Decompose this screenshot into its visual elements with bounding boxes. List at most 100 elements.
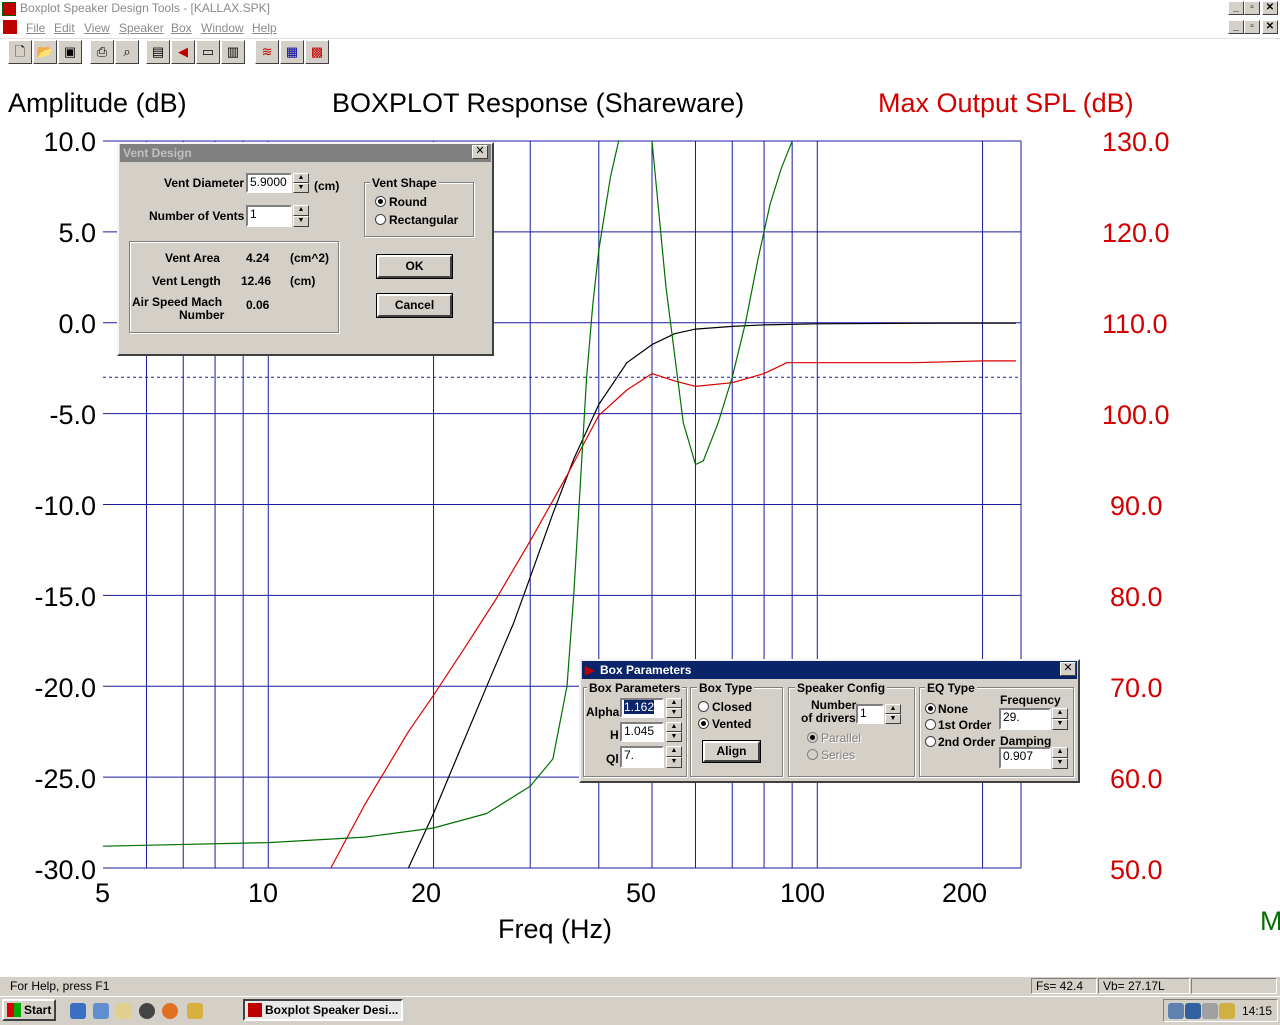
box-type-vented-label[interactable]: Vented	[712, 717, 751, 731]
vent-dialog-close-button[interactable]: ✕	[472, 145, 488, 159]
eq-1st-radio[interactable]	[925, 719, 936, 730]
h-up[interactable]: ▲	[666, 722, 682, 732]
vent-shape-round-radio[interactable]	[375, 196, 386, 207]
eq-2nd-label[interactable]: 2nd Order	[938, 735, 995, 749]
ql-input[interactable]: 7.	[620, 746, 664, 768]
eq-none-label[interactable]: None	[938, 702, 968, 716]
quicklaunch-explorer-icon[interactable]	[93, 1003, 109, 1019]
num-drivers-input[interactable]: 1	[856, 704, 884, 724]
y-tick: -5.0	[49, 400, 96, 430]
ql-down[interactable]: ▼	[666, 757, 682, 768]
vent-length-unit: (cm)	[290, 274, 316, 288]
vent-diameter-unit: (cm)	[314, 179, 340, 193]
eq-none-radio[interactable]	[925, 703, 936, 714]
x-tick: 20	[411, 878, 442, 908]
vent-area-label: Vent Area	[165, 251, 220, 265]
eq-damping-down[interactable]: ▼	[1052, 758, 1068, 769]
eq-2nd-radio[interactable]	[925, 736, 936, 747]
box-type-closed-label[interactable]: Closed	[712, 700, 752, 714]
x-tick: 50	[626, 878, 657, 908]
tray-vpn-icon[interactable]	[1185, 1003, 1201, 1019]
ql-up[interactable]: ▲	[666, 746, 682, 757]
vent-shape-rect-label[interactable]: Rectangular	[389, 213, 458, 227]
y-tick: 5.0	[58, 218, 96, 248]
start-button[interactable]: Start	[2, 999, 56, 1021]
boxplot-task-icon	[248, 1003, 262, 1017]
vent-diameter-up[interactable]: ▲	[293, 173, 309, 183]
alpha-input[interactable]: 1.162	[620, 698, 664, 718]
tray-network-icon[interactable]	[1168, 1003, 1184, 1019]
y-tick: -10.0	[34, 491, 96, 521]
y-tick: 0.0	[58, 309, 96, 339]
eq-frequency-label: Frequency	[1000, 693, 1061, 707]
box-type-title: Box Type	[697, 681, 755, 695]
h-down[interactable]: ▼	[666, 732, 682, 742]
num-vents-down[interactable]: ▼	[293, 216, 309, 227]
tray-volume-icon[interactable]	[1219, 1003, 1235, 1019]
mach-label: Air Speed Mach	[132, 295, 223, 309]
box-dialog-close-button[interactable]: ✕	[1060, 662, 1076, 676]
quicklaunch-ie-icon[interactable]	[70, 1003, 86, 1019]
num-drivers-label-2: of drivers	[801, 711, 856, 725]
vent-shape-round-label[interactable]: Round	[389, 195, 427, 209]
num-drivers-up[interactable]: ▲	[885, 704, 901, 714]
num-drivers-label: Number	[811, 698, 857, 712]
eq-frequency-down[interactable]: ▼	[1052, 719, 1068, 730]
quicklaunch-tool-icon[interactable]	[187, 1003, 203, 1019]
quicklaunch-media-icon[interactable]	[139, 1003, 155, 1019]
num-drivers-down[interactable]: ▼	[885, 714, 901, 724]
vent-area-unit: (cm^2)	[290, 251, 330, 265]
eq-damping-input[interactable]: 0.907	[999, 747, 1051, 769]
eq-type-title: EQ Type	[925, 681, 977, 695]
box-dialog-titlebar[interactable]: ▶ Box Parameters	[582, 661, 1077, 679]
vent-dialog-titlebar[interactable]: Vent Design	[120, 144, 491, 162]
tray-display-icon[interactable]	[1202, 1003, 1218, 1019]
vent-dialog-title: Vent Design	[123, 146, 192, 160]
box-type-vented-radio[interactable]	[698, 718, 709, 729]
y2-tick: 100.0	[1102, 400, 1170, 430]
y-tick: 10.0	[43, 127, 96, 157]
num-vents-up[interactable]: ▲	[293, 205, 309, 216]
eq-damping-label: Damping	[1000, 734, 1052, 748]
y2-tick: 80.0	[1110, 582, 1163, 612]
series-label[interactable]: Series	[821, 748, 855, 762]
series-radio[interactable]	[807, 749, 818, 760]
ok-button[interactable]: OK	[376, 254, 453, 279]
box-type-closed-radio[interactable]	[698, 701, 709, 712]
alpha-down[interactable]: ▼	[666, 708, 682, 718]
x-axis-title: Freq (Hz)	[498, 914, 612, 944]
vent-area-value: 4.24	[246, 251, 270, 265]
eq-frequency-input[interactable]: 29.	[999, 708, 1051, 730]
y2-tick: 60.0	[1110, 764, 1163, 794]
speaker-config-title: Speaker Config	[795, 681, 888, 695]
num-vents-input[interactable]: 1	[246, 205, 292, 227]
mach-value: 0.06	[246, 298, 270, 312]
x-tick: 10	[248, 878, 279, 908]
eq-1st-label[interactable]: 1st Order	[938, 718, 991, 732]
h-input[interactable]: 1.045	[620, 722, 664, 742]
status-help: For Help, press F1	[10, 979, 110, 993]
quicklaunch-notes-icon[interactable]	[116, 1003, 132, 1019]
align-button[interactable]: Align	[702, 740, 761, 763]
taskbar-boxplot-button[interactable]: Boxplot Speaker Desi...	[243, 999, 403, 1021]
y-tick: -25.0	[34, 764, 96, 794]
cancel-button[interactable]: Cancel	[376, 293, 453, 318]
status-fs: Fs= 42.4	[1031, 978, 1097, 994]
vent-diameter-input[interactable]: 5.9000	[246, 173, 292, 193]
alpha-up[interactable]: ▲	[666, 698, 682, 708]
box-params-title: Box Parameters	[587, 681, 683, 695]
y-tick: -20.0	[34, 673, 96, 703]
eq-damping-up[interactable]: ▲	[1052, 747, 1068, 758]
box-dialog-icon: ▶	[585, 663, 595, 677]
parallel-label[interactable]: Parallel	[821, 731, 861, 745]
vent-shape-rect-radio[interactable]	[375, 214, 386, 225]
status-vb: Vb= 27.17L	[1098, 978, 1190, 994]
vent-diameter-down[interactable]: ▼	[293, 183, 309, 193]
x-tick: 5	[95, 878, 111, 908]
status-empty	[1191, 978, 1277, 994]
eq-frequency-up[interactable]: ▲	[1052, 708, 1068, 719]
quicklaunch-firefox-icon[interactable]	[162, 1003, 178, 1019]
vent-diameter-label: Vent Diameter	[164, 176, 245, 190]
h-label: H	[610, 728, 619, 742]
parallel-radio[interactable]	[807, 732, 818, 743]
